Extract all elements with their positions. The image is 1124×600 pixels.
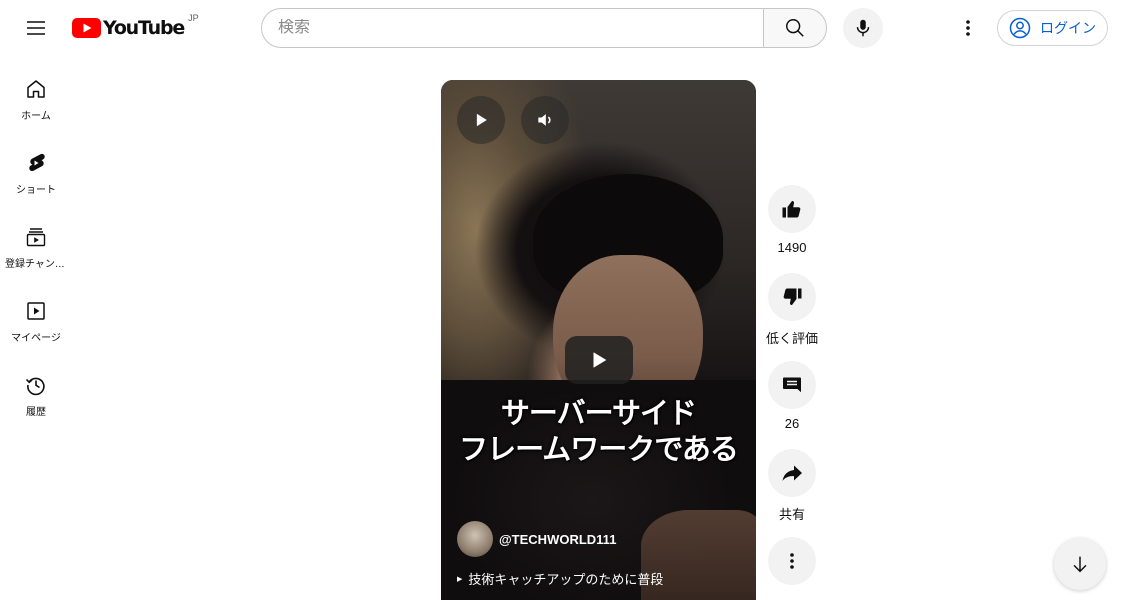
thumbs-down-icon [783,288,802,305]
dislike-button[interactable] [768,273,816,321]
channel-avatar[interactable] [457,521,493,557]
settings-more-button[interactable] [948,8,988,48]
channel-info: @TECHWORLD111 [457,521,616,557]
video-caption-line-2: フレームワークである [459,432,739,466]
comment-count: 26 [784,416,800,431]
search-button[interactable] [763,8,827,48]
video-description-text: 技術キャッチアップのために普段 [468,572,664,587]
play-icon [476,113,487,127]
video-description-link[interactable]: ▶ 技術キャッチアップのために普段 [457,569,663,588]
logo-region-code: JP [188,13,199,23]
vertical-dots-icon [966,20,970,36]
arrow-down-icon [1073,556,1087,573]
next-video-button[interactable] [1054,538,1106,590]
more-action [767,537,817,585]
sidebar-item-subscriptions[interactable]: 登録チャンネル [4,204,68,278]
volume-icon [538,114,551,126]
logo-wordmark: YouTube [103,17,185,39]
top-bar: YouTube JP ログイン [0,0,1124,56]
search-icon [786,19,804,37]
more-options-button[interactable] [768,537,816,585]
sidebar-item-label: 履歴 [26,407,46,418]
share-action: 共有 [767,449,817,523]
library-icon [27,302,45,320]
guide-menu-button[interactable] [16,8,56,48]
hamburger-menu-icon [27,21,45,35]
comments-button[interactable] [768,361,816,409]
shorts-icon [29,153,45,172]
like-count: 1490 [777,240,807,255]
like-button[interactable] [768,185,816,233]
microphone-icon [856,19,870,37]
sidebar-item-label: ホーム [21,111,51,122]
description-triangle-icon: ▶ [457,575,463,583]
history-icon [25,377,45,396]
account-circle-icon [1009,17,1031,39]
voice-search-button[interactable] [843,8,883,48]
search-input[interactable] [278,19,764,37]
sidebar-item-library[interactable]: マイページ [4,278,68,352]
share-label: 共有 [778,507,805,522]
sidebar-item-label: ショート [16,185,56,196]
play-icon [593,352,607,368]
comment-icon [783,377,801,393]
vertical-dots-icon [790,553,794,569]
sidebar-item-label: 登録チャンネル [5,259,67,270]
like-action: 1490 [767,185,817,255]
youtube-logo[interactable]: YouTube JP [72,13,199,42]
thumbs-up-icon [782,201,801,218]
comment-action: 26 [767,361,817,431]
youtube-play-logo-icon [72,18,101,38]
sidebar-item-label: マイページ [11,333,61,344]
center-play-button[interactable] [565,336,633,384]
share-arrow-icon [782,465,802,481]
home-icon [27,80,45,98]
channel-name-link[interactable]: @TECHWORLD111 [499,532,616,547]
search-box [261,8,764,48]
shorts-video-player[interactable]: サーバーサイド フレームワークである @TECHWORLD111 ▶ 技術キャッ… [441,80,756,600]
sidebar-item-shorts[interactable]: ショート [4,130,68,204]
subscriptions-icon [26,228,46,247]
sidebar-item-home[interactable]: ホーム [4,56,68,130]
share-button[interactable] [768,449,816,497]
sidebar-item-history[interactable]: 履歴 [4,352,68,426]
login-label: ログイン [1040,20,1096,36]
login-button[interactable]: ログイン [997,10,1108,46]
dislike-label: 低く評価 [766,331,819,346]
dislike-action: 低く評価 [766,273,819,347]
play-pause-button[interactable] [457,96,505,144]
mute-button[interactable] [521,96,569,144]
